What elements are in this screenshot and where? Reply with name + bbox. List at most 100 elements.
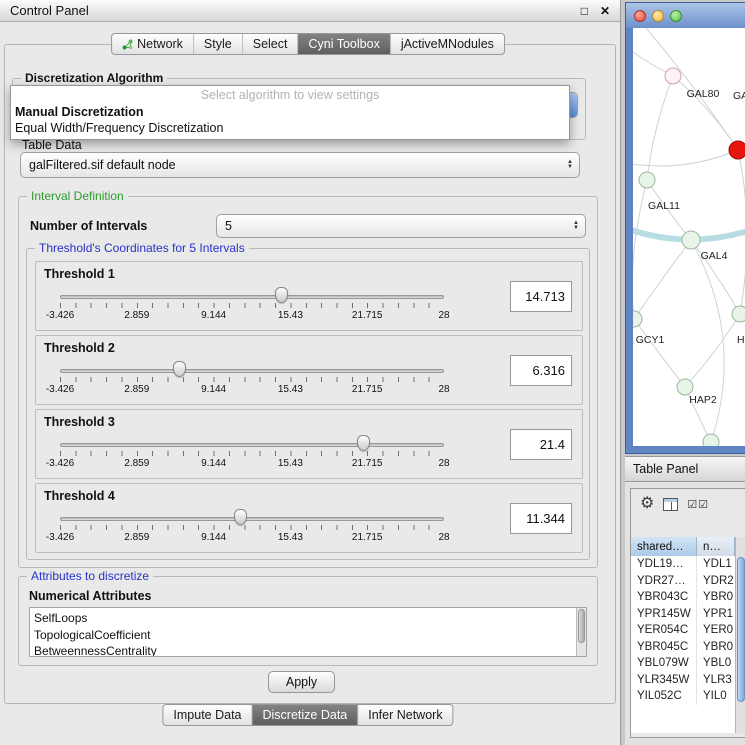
list-item[interactable]: TopologicalCoefficient (34, 627, 574, 644)
threshold-panel: Threshold 3 -3.4262.8599.14415.4321.7152… (35, 409, 583, 479)
table-cell: YLR3 (697, 672, 735, 689)
network-node[interactable] (732, 306, 745, 322)
threshold-slider[interactable]: -3.4262.8599.14415.4321.71528 (60, 506, 444, 550)
table-row[interactable]: YDL19…YDL1 (631, 556, 735, 573)
tab-network[interactable]: Network (112, 34, 194, 54)
list-scrollbar[interactable] (576, 608, 586, 656)
number-of-intervals-combobox[interactable]: 5 ▲▼ (216, 214, 586, 238)
float-window-icon[interactable]: □ (581, 4, 588, 18)
apply-button[interactable]: Apply (268, 671, 335, 693)
scrollbar-thumb[interactable] (578, 609, 585, 643)
table-panel-titlebar[interactable]: Table Panel (625, 456, 745, 482)
slider-ticks (60, 451, 444, 456)
scale-label: 15.43 (278, 310, 303, 321)
tab-discretize-data[interactable]: Discretize Data (253, 705, 359, 725)
control-panel-titlebar[interactable]: Control Panel □ ✕ (0, 0, 620, 22)
tab-label: Style (204, 37, 232, 51)
network-node[interactable] (633, 311, 642, 327)
attributes-group: Attributes to discretize Numerical Attri… (18, 576, 598, 666)
scale-label: -3.426 (46, 532, 74, 543)
gear-icon[interactable]: ⚙ (640, 496, 654, 512)
slider-thumb[interactable] (357, 435, 370, 451)
slider-thumb[interactable] (275, 287, 288, 303)
network-edge[interactable] (634, 319, 685, 387)
threshold-value-field[interactable]: 6.316 (510, 355, 572, 386)
network-node[interactable] (639, 172, 655, 188)
column-chooser-icon[interactable] (663, 498, 678, 511)
slider-track[interactable] (60, 369, 444, 373)
slider-track[interactable] (60, 295, 444, 299)
network-edge[interactable] (634, 240, 691, 319)
tab-cyni-toolbox[interactable]: Cyni Toolbox (298, 34, 390, 54)
threshold-value-field[interactable]: 11.344 (510, 503, 572, 534)
threshold-label: Threshold 3 (44, 415, 115, 429)
threshold-panel: Threshold 2 -3.4262.8599.14415.4321.7152… (35, 335, 583, 405)
combobox-arrows-icon[interactable]: ▲▼ (561, 160, 579, 170)
scrollbar-thumb[interactable] (737, 557, 745, 702)
threshold-value-field[interactable]: 14.713 (510, 281, 572, 312)
table-cell: YPR1 (697, 606, 735, 623)
network-node[interactable] (677, 379, 693, 395)
table-panel-title: Table Panel (633, 462, 698, 476)
slider-thumb[interactable] (173, 361, 186, 377)
network-node[interactable] (703, 434, 719, 446)
threshold-slider[interactable]: -3.4262.8599.14415.4321.71528 (60, 284, 444, 328)
network-node[interactable] (682, 231, 700, 249)
column-header-name[interactable]: n… (697, 537, 735, 556)
threshold-slider[interactable]: -3.4262.8599.14415.4321.71528 (60, 358, 444, 402)
table-row[interactable]: YIL052CYIL0 (631, 688, 735, 705)
tab-impute-data[interactable]: Impute Data (163, 705, 252, 725)
network-edge[interactable] (647, 76, 673, 180)
slider-track[interactable] (60, 443, 444, 447)
slider-thumb[interactable] (234, 509, 247, 525)
scale-label: 21.715 (352, 384, 383, 395)
slider-track[interactable] (60, 517, 444, 521)
close-window-icon[interactable]: ✕ (600, 4, 610, 18)
table-row[interactable]: YDR27…YDR2 (631, 573, 735, 590)
tab-label: jActiveMNodules (401, 37, 494, 51)
list-item[interactable]: BetweennessCentrality (34, 643, 574, 657)
tab-style[interactable]: Style (194, 34, 243, 54)
tab-infer-network[interactable]: Infer Network (358, 705, 452, 725)
threshold-value-field[interactable]: 21.4 (510, 429, 572, 460)
numerical-attributes-list[interactable]: SelfLoopsTopologicalCoefficientBetweenne… (29, 607, 587, 657)
slider-ticks (60, 377, 444, 382)
slider-scale: -3.4262.8599.14415.4321.71528 (60, 384, 444, 396)
dropdown-option[interactable]: Manual Discretization (11, 104, 569, 120)
threshold-label: Threshold 4 (44, 489, 115, 503)
table-row[interactable]: YBR045CYBR0 (631, 639, 735, 656)
table-data-label: Table Data (22, 138, 82, 152)
table-scrollbar[interactable] (735, 537, 745, 733)
table-row[interactable]: YPR145WYPR1 (631, 606, 735, 623)
dropdown-option[interactable]: Equal Width/Frequency Discretization (11, 120, 569, 136)
tab-jactivemnodules[interactable]: jActiveMNodules (391, 34, 504, 54)
minimize-traffic-light-icon[interactable] (652, 10, 664, 22)
column-header-shared[interactable]: shared… (631, 537, 697, 556)
table-row[interactable]: YLR345WYLR3 (631, 672, 735, 689)
combobox-value: galFiltered.sif default node (21, 158, 561, 172)
network-canvas[interactable]: GAL80GAL11GAL4GCY1HHAP2GA (633, 28, 745, 446)
combobox-arrows-icon[interactable]: ▲▼ (567, 221, 585, 231)
network-window-titlebar[interactable] (626, 3, 745, 28)
list-item[interactable]: SelfLoops (34, 610, 574, 627)
zoom-traffic-light-icon[interactable] (670, 10, 682, 22)
network-edge[interactable] (633, 180, 647, 319)
group-title: Discretization Algorithm (21, 71, 167, 85)
table-row[interactable]: YER054CYER0 (631, 622, 735, 639)
table-row[interactable]: YBL079WYBL0 (631, 655, 735, 672)
tab-label: Infer Network (368, 708, 442, 722)
tab-select[interactable]: Select (243, 34, 299, 54)
network-node[interactable] (729, 141, 745, 159)
table-data-combobox[interactable]: galFiltered.sif default node ▲▼ (20, 152, 580, 178)
network-node[interactable] (665, 68, 681, 84)
select-all-rows-icon[interactable]: ☑☑ (687, 498, 709, 511)
node-label: GAL4 (701, 250, 728, 262)
threshold-slider[interactable]: -3.4262.8599.14415.4321.71528 (60, 432, 444, 476)
table-row[interactable]: YBR043CYBR0 (631, 589, 735, 606)
close-traffic-light-icon[interactable] (634, 10, 646, 22)
table-cell: YER0 (697, 622, 735, 639)
scale-label: -3.426 (46, 310, 74, 321)
table-cell: YBL0 (697, 655, 735, 672)
network-edge[interactable] (685, 314, 740, 387)
table-cell: YDR2 (697, 573, 735, 590)
